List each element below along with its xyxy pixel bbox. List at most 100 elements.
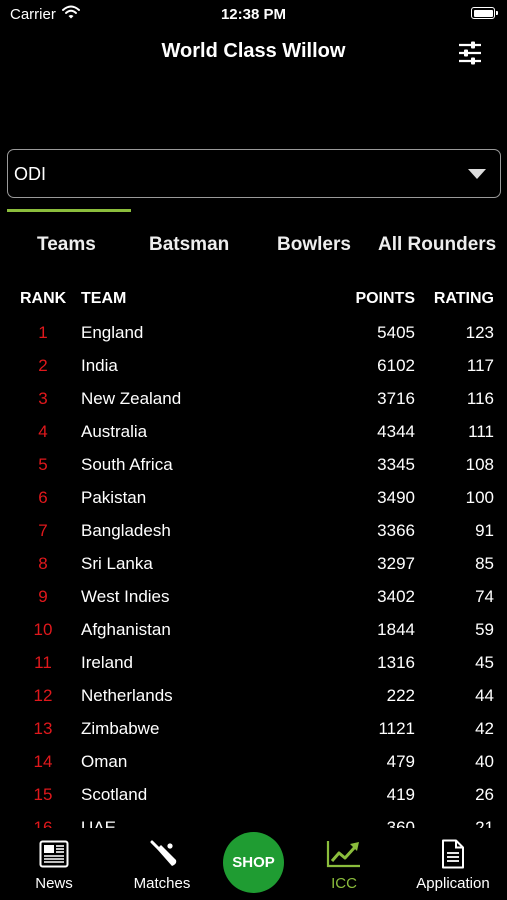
- ranking-tabs: Teams Batsman Bowlers All Rounders: [0, 234, 507, 264]
- header-team: TEAM: [81, 290, 127, 307]
- table-row: 2 India 6102 117: [0, 349, 507, 382]
- rank-cell: 14: [33, 752, 53, 771]
- rating-cell: 42: [475, 719, 494, 738]
- points-cell: 4344: [377, 422, 415, 441]
- table-row: 4 Australia 4344 111: [0, 415, 507, 448]
- table-row: 3 New Zealand 3716 116: [0, 382, 507, 415]
- active-tab-indicator: [7, 209, 131, 212]
- rating-cell: 26: [475, 785, 494, 804]
- header-points: POINTS: [355, 290, 415, 307]
- rating-cell: 108: [465, 455, 494, 474]
- tab-all-rounders[interactable]: All Rounders: [378, 234, 496, 256]
- points-cell: 3345: [377, 455, 415, 474]
- table-row: 15 Scotland 419 26: [0, 778, 507, 811]
- tab-bowlers[interactable]: Bowlers: [277, 234, 351, 256]
- battery-icon: [471, 7, 498, 19]
- rating-cell: 91: [475, 521, 494, 540]
- table-row: 11 Ireland 1316 45: [0, 646, 507, 679]
- rank-cell: 1: [38, 323, 48, 342]
- points-cell: 3716: [377, 389, 415, 408]
- table-row: 6 Pakistan 3490 100: [0, 481, 507, 514]
- points-cell: 3402: [377, 587, 415, 606]
- points-cell: 3490: [377, 488, 415, 507]
- table-row: 7 Bangladesh 3366 91: [0, 514, 507, 547]
- tabbar-application[interactable]: Application: [410, 829, 496, 900]
- rating-cell: 45: [475, 653, 494, 672]
- rank-cell: 12: [33, 686, 53, 705]
- status-time: 12:38 PM: [220, 6, 287, 23]
- table-row: 14 Oman 479 40: [0, 745, 507, 778]
- tab-teams[interactable]: Teams: [37, 234, 96, 256]
- shop-button[interactable]: SHOP: [223, 832, 284, 893]
- table-header: RANK TEAM POINTS RATING: [0, 290, 507, 310]
- team-cell: Australia: [81, 422, 148, 441]
- team-cell: South Africa: [81, 455, 173, 474]
- points-cell: 479: [386, 752, 415, 771]
- table-row: 8 Sri Lanka 3297 85: [0, 547, 507, 580]
- bottom-tab-bar: News Matches SHOP ICC Application: [0, 829, 507, 900]
- chevron-down-icon: [468, 169, 486, 179]
- table-row: 1 England 5405 123: [0, 316, 507, 349]
- rating-cell: 40: [475, 752, 494, 771]
- rank-cell: 11: [34, 653, 52, 672]
- team-cell: England: [81, 323, 144, 342]
- sliders-icon[interactable]: [456, 40, 484, 66]
- rating-cell: 123: [465, 323, 494, 342]
- tabbar-icc-label: ICC: [331, 875, 357, 892]
- tabbar-icc[interactable]: ICC: [316, 829, 372, 900]
- document-icon: [441, 839, 465, 874]
- tabbar-matches[interactable]: Matches: [122, 829, 202, 900]
- rank-cell: 2: [38, 356, 48, 375]
- tabbar-news-label: News: [35, 875, 73, 892]
- rating-cell: 117: [466, 356, 494, 375]
- rank-cell: 7: [38, 521, 48, 540]
- team-cell: Pakistan: [81, 488, 147, 507]
- rank-cell: 8: [38, 554, 48, 573]
- rank-cell: 4: [38, 422, 48, 441]
- team-cell: Zimbabwe: [81, 719, 160, 738]
- rank-cell: 10: [33, 620, 53, 639]
- rating-cell: 21: [475, 818, 494, 828]
- rating-cell: 74: [475, 587, 494, 606]
- points-cell: 3297: [377, 554, 415, 573]
- table-row: 13 Zimbabwe 1121 42: [0, 712, 507, 745]
- header-rank: RANK: [20, 290, 67, 307]
- rating-cell: 116: [466, 389, 494, 408]
- team-cell: Bangladesh: [81, 521, 171, 540]
- rating-cell: 111: [468, 422, 494, 441]
- points-cell: 3366: [377, 521, 415, 540]
- tabbar-news[interactable]: News: [18, 829, 90, 900]
- format-dropdown[interactable]: ODI: [7, 149, 501, 198]
- table-row: 9 West Indies 3402 74: [0, 580, 507, 613]
- team-cell: India: [81, 356, 118, 375]
- team-cell: West Indies: [81, 587, 170, 606]
- points-cell: 1121: [378, 719, 415, 738]
- points-cell: 419: [386, 785, 415, 804]
- points-cell: 5405: [377, 323, 415, 342]
- rank-cell: 5: [38, 455, 48, 474]
- rating-cell: 100: [465, 488, 494, 507]
- header-rating: RATING: [433, 290, 494, 307]
- tab-batsman[interactable]: Batsman: [149, 234, 229, 256]
- team-cell: Afghanistan: [81, 620, 171, 639]
- rank-cell: 6: [38, 488, 48, 507]
- team-cell: Netherlands: [81, 686, 173, 705]
- team-cell: Scotland: [81, 785, 148, 804]
- rating-cell: 44: [475, 686, 494, 705]
- rankings-list[interactable]: 1 England 5405 123 2 India 6102 117 3 New Zeala…: [0, 316, 507, 828]
- rank-cell: 3: [38, 389, 48, 408]
- format-dropdown-value: ODI: [14, 164, 47, 184]
- status-bar: Carrier 12:38 PM: [0, 0, 507, 28]
- newspaper-icon: [39, 839, 69, 874]
- rank-cell: 9: [38, 587, 48, 606]
- tabbar-matches-label: Matches: [133, 875, 191, 892]
- rating-cell: 85: [475, 554, 494, 573]
- rating-cell: 59: [475, 620, 494, 639]
- team-cell: Sri Lanka: [81, 554, 153, 573]
- table-row: 12 Netherlands 222 44: [0, 679, 507, 712]
- team-cell: Oman: [81, 752, 128, 771]
- table-row: 5 South Africa 3345 108: [0, 448, 507, 481]
- tabbar-application-label: Application: [416, 875, 490, 892]
- rank-cell: 13: [33, 719, 53, 738]
- table-row: 10 Afghanistan 1844 59: [0, 613, 507, 646]
